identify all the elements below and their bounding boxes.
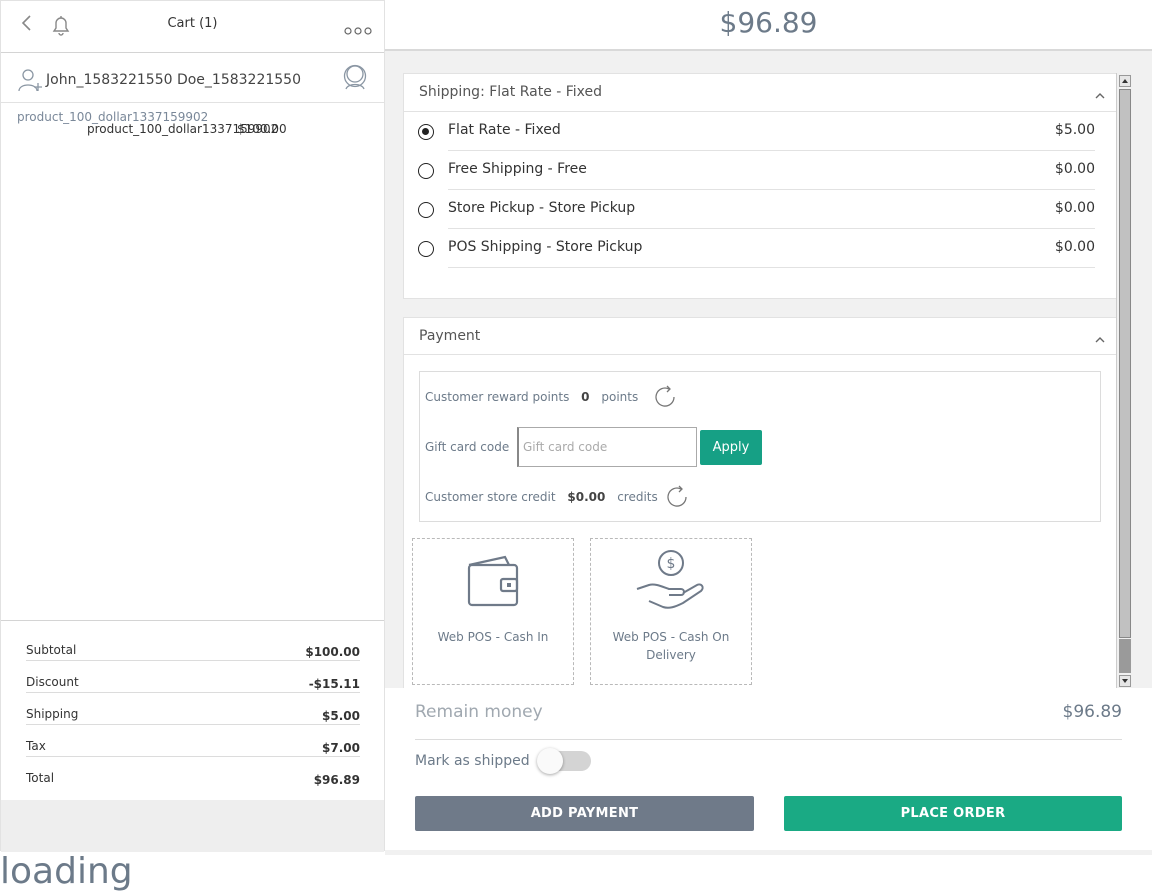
checkout-footer: Remain money $96.89 Mark as shipped ADD …: [385, 688, 1152, 850]
shipping-option-name: Flat Rate - Fixed: [448, 122, 561, 138]
checkout-scroll-area[interactable]: Shipping: Flat Rate - Fixed Flat Rate - …: [385, 52, 1152, 688]
shipping-option[interactable]: Store Pickup - Store Pickup $0.00: [404, 190, 1116, 229]
more-options-icon[interactable]: [344, 21, 372, 35]
shipping-row: Shipping $5.00: [26, 693, 360, 725]
radio-selected[interactable]: [418, 124, 434, 140]
payment-method-cash-on-delivery[interactable]: $ Web POS - Cash On Delivery: [590, 538, 752, 685]
grand-total: $96.89: [719, 6, 818, 39]
vertical-scrollbar[interactable]: [1116, 73, 1132, 688]
shipping-option[interactable]: POS Shipping - Store Pickup $0.00: [404, 229, 1116, 268]
refresh-icon[interactable]: [652, 384, 678, 410]
shipping-value: $5.00: [322, 709, 360, 723]
cart-panel: Cart (1) John_1583221550 Doe_1583221550 …: [0, 0, 385, 852]
store-credit-row: Customer store credit $0.00 credits: [425, 490, 658, 504]
chevron-up-icon[interactable]: [1094, 86, 1106, 99]
toggle-knob[interactable]: [537, 748, 563, 774]
shipping-option-price: $0.00: [1054, 239, 1095, 255]
cart-header: Cart (1): [1, 1, 384, 53]
shipping-option-name: POS Shipping - Store Pickup: [448, 239, 643, 255]
scrollbar-thumb[interactable]: [1119, 89, 1131, 638]
add-customer-icon[interactable]: [342, 63, 368, 91]
discount-value: -$15.11: [308, 677, 360, 691]
cash-on-delivery-icon: $: [635, 549, 707, 615]
mark-shipped-toggle[interactable]: [537, 748, 591, 774]
remain-money-label: Remain money: [415, 702, 543, 722]
chevron-up-icon[interactable]: [1094, 330, 1106, 343]
reward-points-value: 0: [581, 390, 590, 404]
cart-title: Cart (1): [167, 16, 218, 31]
cart-totals: Subtotal $100.00 Discount -$15.11 Shippi…: [1, 620, 384, 800]
total-value: $96.89: [313, 773, 360, 787]
scroll-up-arrow-icon[interactable]: [1119, 75, 1131, 87]
payment-section-title: Payment: [419, 328, 481, 344]
total-row: Total $96.89: [26, 757, 360, 789]
reward-points-row: Customer reward points 0 points: [425, 390, 638, 404]
payment-method-label: Web POS - Cash On Delivery: [612, 630, 730, 662]
radio-unselected[interactable]: [418, 241, 434, 257]
apply-gift-card-button[interactable]: Apply: [700, 430, 762, 465]
subtotal-label: Subtotal: [26, 643, 77, 657]
shipping-option-name: Free Shipping - Free: [448, 161, 587, 177]
reward-points-label: Customer reward points: [425, 390, 570, 404]
shipping-option[interactable]: Flat Rate - Fixed $5.00: [404, 112, 1116, 151]
refresh-icon[interactable]: [664, 484, 690, 510]
gift-card-input[interactable]: [517, 427, 697, 467]
add-payment-button[interactable]: ADD PAYMENT: [415, 796, 754, 831]
store-credit-label: Customer store credit: [425, 490, 556, 504]
discount-row: Discount -$15.11: [26, 661, 360, 693]
subtotal-row: Subtotal $100.00: [26, 629, 360, 661]
tax-value: $7.00: [322, 741, 360, 755]
payment-section: Payment Customer reward points 0 points …: [403, 317, 1117, 688]
loading-text: loading: [0, 851, 133, 892]
svg-text:$: $: [667, 556, 676, 572]
cart-footer-area: [1, 800, 384, 852]
shipping-option-price: $0.00: [1054, 200, 1095, 216]
total-label: Total: [26, 771, 55, 785]
subtotal-value: $100.00: [305, 645, 360, 659]
cart-item[interactable]: product_100_dollar1337159902 product_100…: [1, 107, 384, 147]
store-credit-value: $0.00: [567, 490, 606, 504]
tax-label: Tax: [26, 739, 46, 753]
radio-unselected[interactable]: [418, 163, 434, 179]
shipping-option[interactable]: Free Shipping - Free $0.00: [404, 151, 1116, 190]
radio-unselected[interactable]: [418, 202, 434, 218]
shipping-section-header[interactable]: Shipping: Flat Rate - Fixed: [404, 74, 1116, 112]
place-order-button[interactable]: PLACE ORDER: [784, 796, 1122, 831]
tax-row: Tax $7.00: [26, 725, 360, 757]
shipping-option-price: $0.00: [1054, 161, 1095, 177]
cart-item-price: $100.00: [237, 122, 287, 136]
shipping-option-price: $5.00: [1054, 122, 1095, 138]
shipping-section-title: Shipping: Flat Rate - Fixed: [419, 84, 603, 100]
wallet-icon: [465, 555, 521, 615]
scrollbar-track[interactable]: [1119, 639, 1131, 673]
payment-options-box: Customer reward points 0 points Gift car…: [419, 371, 1101, 522]
payment-method-cash-in[interactable]: Web POS - Cash In: [412, 538, 574, 685]
shipping-option-name: Store Pickup - Store Pickup: [448, 200, 636, 216]
store-credit-unit: credits: [617, 490, 658, 504]
checkout-panel: $96.89 Shipping: Flat Rate - Fixed Flat …: [385, 0, 1152, 855]
shipping-label: Shipping: [26, 707, 79, 721]
checkout-header: $96.89: [385, 0, 1152, 51]
gift-card-label: Gift card code: [425, 440, 510, 454]
customer-name: John_1583221550 Doe_1583221550: [46, 72, 301, 88]
discount-label: Discount: [26, 675, 79, 689]
shipping-section: Shipping: Flat Rate - Fixed Flat Rate - …: [403, 73, 1117, 299]
scroll-down-arrow-icon[interactable]: [1119, 675, 1131, 687]
remain-money-value: $96.89: [1062, 702, 1122, 722]
payment-section-header[interactable]: Payment: [404, 318, 1116, 355]
payment-method-label: Web POS - Cash In: [437, 630, 549, 644]
customer-icon: [17, 67, 43, 93]
reward-points-unit: points: [601, 390, 639, 404]
customer-row[interactable]: John_1583221550 Doe_1583221550: [1, 55, 384, 103]
mark-shipped-label: Mark as shipped: [415, 753, 530, 769]
